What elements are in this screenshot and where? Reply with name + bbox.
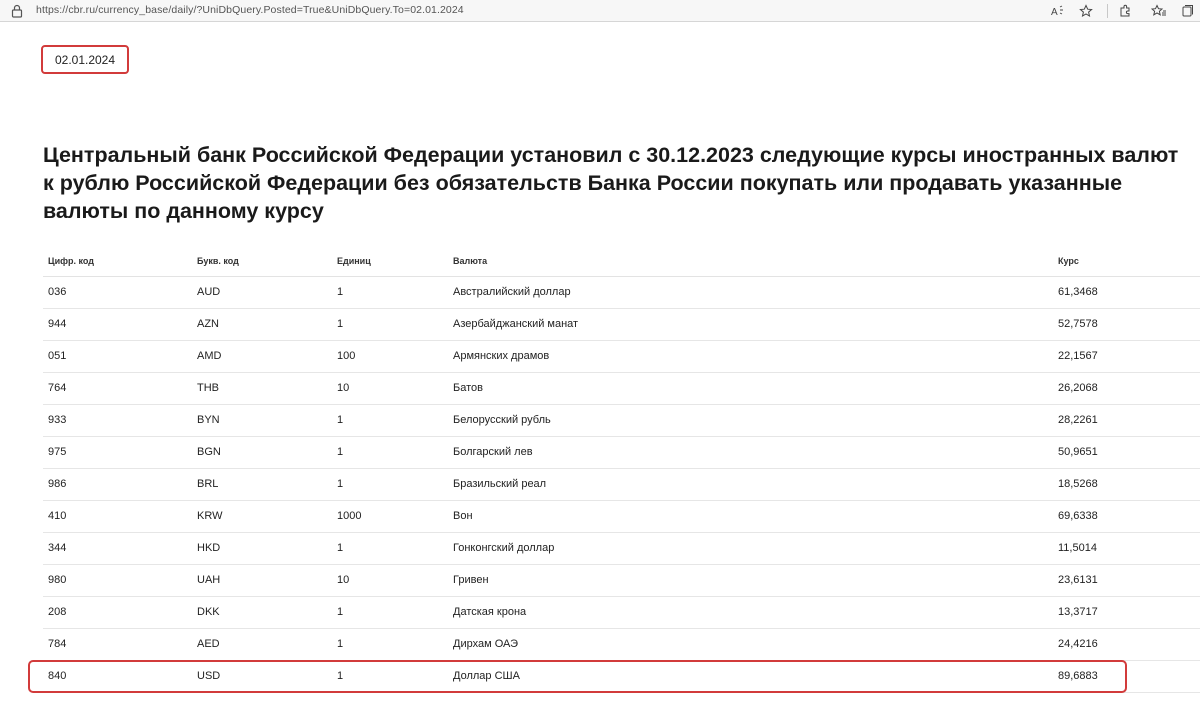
cell-letter-code: DKK bbox=[192, 596, 332, 629]
cell-letter-code: AUD bbox=[192, 276, 332, 309]
browser-address-bar: https://cbr.ru/currency_base/daily/?UniD… bbox=[0, 0, 1200, 22]
cell-numeric-code: 036 bbox=[43, 276, 192, 309]
cell-units: 100 bbox=[332, 340, 448, 373]
cell-rate: 50,9651 bbox=[1053, 436, 1200, 469]
table-row: 036 AUD 1 Австралийский доллар 61,3468 bbox=[43, 276, 1200, 309]
table-body: 036 AUD 1 Австралийский доллар 61,3468 944 AZN… bbox=[43, 276, 1200, 693]
table-row: 975 BGN 1 Болгарский лев 50,9651 bbox=[43, 436, 1200, 469]
header-letter-code: Букв. код bbox=[192, 246, 332, 277]
table-row: 784 AED 1 Дирхам ОАЭ 24,4216 bbox=[43, 628, 1200, 661]
cell-letter-code: AED bbox=[192, 628, 332, 661]
read-aloud-icon[interactable]: A bbox=[1050, 3, 1066, 19]
cell-rate: 69,6338 bbox=[1053, 500, 1200, 533]
cell-currency: Армянских драмов bbox=[448, 340, 1053, 373]
table-row: 986 BRL 1 Бразильский реал 18,5268 bbox=[43, 468, 1200, 501]
cell-units: 10 bbox=[332, 372, 448, 405]
cell-currency: Датская крона bbox=[448, 596, 1053, 629]
table-header-row: Цифр. код Букв. код Единиц Валюта Курс bbox=[43, 246, 1200, 277]
cell-numeric-code: 980 bbox=[43, 564, 192, 597]
cell-numeric-code: 975 bbox=[43, 436, 192, 469]
cell-letter-code: THB bbox=[192, 372, 332, 405]
cell-currency: Бразильский реал bbox=[448, 468, 1053, 501]
table-row: 344 HKD 1 Гонконгский доллар 11,5014 bbox=[43, 532, 1200, 565]
cell-units: 1 bbox=[332, 404, 448, 437]
date-value: 02.01.2024 bbox=[54, 52, 116, 67]
cell-currency: Вон bbox=[448, 500, 1053, 533]
collections-icon[interactable] bbox=[1180, 3, 1196, 19]
cell-rate: 89,6883 bbox=[1053, 660, 1200, 693]
toolbar-divider bbox=[1107, 4, 1108, 18]
cell-units: 1000 bbox=[332, 500, 448, 533]
cell-numeric-code: 208 bbox=[43, 596, 192, 629]
favorites-icon[interactable] bbox=[1151, 3, 1167, 19]
cell-numeric-code: 410 bbox=[43, 500, 192, 533]
cell-units: 1 bbox=[332, 660, 448, 693]
cell-units: 1 bbox=[332, 468, 448, 501]
cell-letter-code: BGN bbox=[192, 436, 332, 469]
cell-currency: Дирхам ОАЭ bbox=[448, 628, 1053, 661]
cell-letter-code: HKD bbox=[192, 532, 332, 565]
svg-text:A: A bbox=[1051, 7, 1058, 17]
cell-units: 1 bbox=[332, 532, 448, 565]
cell-currency: Белорусский рубль bbox=[448, 404, 1053, 437]
cell-rate: 18,5268 bbox=[1053, 468, 1200, 501]
favorite-star-icon[interactable] bbox=[1078, 3, 1094, 19]
extensions-icon[interactable] bbox=[1117, 3, 1133, 19]
cell-numeric-code: 784 bbox=[43, 628, 192, 661]
table-row: 051 AMD 100 Армянских драмов 22,1567 bbox=[43, 340, 1200, 373]
cell-units: 1 bbox=[332, 436, 448, 469]
cell-letter-code: UAH bbox=[192, 564, 332, 597]
cell-currency: Гривен bbox=[448, 564, 1053, 597]
cell-rate: 24,4216 bbox=[1053, 628, 1200, 661]
header-currency: Валюта bbox=[448, 246, 1053, 277]
table-row: 764 THB 10 Батов 26,2068 bbox=[43, 372, 1200, 405]
date-field[interactable]: 02.01.2024 bbox=[41, 45, 129, 74]
cell-currency: Австралийский доллар bbox=[448, 276, 1053, 309]
cell-currency: Доллар США bbox=[448, 660, 1053, 693]
table-row: 840 USD 1 Доллар США 89,6883 bbox=[43, 660, 1200, 693]
header-rate: Курс bbox=[1053, 246, 1200, 277]
cell-numeric-code: 051 bbox=[43, 340, 192, 373]
cell-rate: 61,3468 bbox=[1053, 276, 1200, 309]
url-text[interactable]: https://cbr.ru/currency_base/daily/?UniD… bbox=[36, 4, 464, 16]
cell-letter-code: BRL bbox=[192, 468, 332, 501]
cell-letter-code: AZN bbox=[192, 308, 332, 341]
cell-letter-code: USD bbox=[192, 660, 332, 693]
cell-letter-code: KRW bbox=[192, 500, 332, 533]
cell-units: 1 bbox=[332, 276, 448, 309]
cell-rate: 26,2068 bbox=[1053, 372, 1200, 405]
cell-numeric-code: 344 bbox=[43, 532, 192, 565]
cell-numeric-code: 764 bbox=[43, 372, 192, 405]
cell-rate: 11,5014 bbox=[1053, 532, 1200, 565]
cell-units: 1 bbox=[332, 596, 448, 629]
cell-currency: Батов bbox=[448, 372, 1053, 405]
lock-icon[interactable] bbox=[11, 4, 23, 18]
cell-currency: Азербайджанский манат bbox=[448, 308, 1053, 341]
cell-letter-code: AMD bbox=[192, 340, 332, 373]
table-row: 980 UAH 10 Гривен 23,6131 bbox=[43, 564, 1200, 597]
cell-currency: Гонконгский доллар bbox=[448, 532, 1053, 565]
cell-numeric-code: 933 bbox=[43, 404, 192, 437]
cell-numeric-code: 986 bbox=[43, 468, 192, 501]
table-row: 933 BYN 1 Белорусский рубль 28,2261 bbox=[43, 404, 1200, 437]
cell-rate: 22,1567 bbox=[1053, 340, 1200, 373]
cell-rate: 13,3717 bbox=[1053, 596, 1200, 629]
cell-currency: Болгарский лев bbox=[448, 436, 1053, 469]
header-numeric-code: Цифр. код bbox=[43, 246, 192, 277]
cell-units: 1 bbox=[332, 308, 448, 341]
cell-units: 10 bbox=[332, 564, 448, 597]
table-row: 410 KRW 1000 Вон 69,6338 bbox=[43, 500, 1200, 533]
table-row: 208 DKK 1 Датская крона 13,3717 bbox=[43, 596, 1200, 629]
cell-letter-code: BYN bbox=[192, 404, 332, 437]
cell-rate: 28,2261 bbox=[1053, 404, 1200, 437]
cell-units: 1 bbox=[332, 628, 448, 661]
cell-rate: 52,7578 bbox=[1053, 308, 1200, 341]
page-heading: Центральный банк Российской Федерации ус… bbox=[43, 143, 1179, 223]
header-units: Единиц bbox=[332, 246, 448, 277]
cell-numeric-code: 840 bbox=[43, 660, 192, 693]
currency-rates-table: Цифр. код Букв. код Единиц Валюта Курс 0… bbox=[43, 246, 1200, 693]
cell-rate: 23,6131 bbox=[1053, 564, 1200, 597]
cell-numeric-code: 944 bbox=[43, 308, 192, 341]
table-row: 944 AZN 1 Азербайджанский манат 52,7578 bbox=[43, 308, 1200, 341]
